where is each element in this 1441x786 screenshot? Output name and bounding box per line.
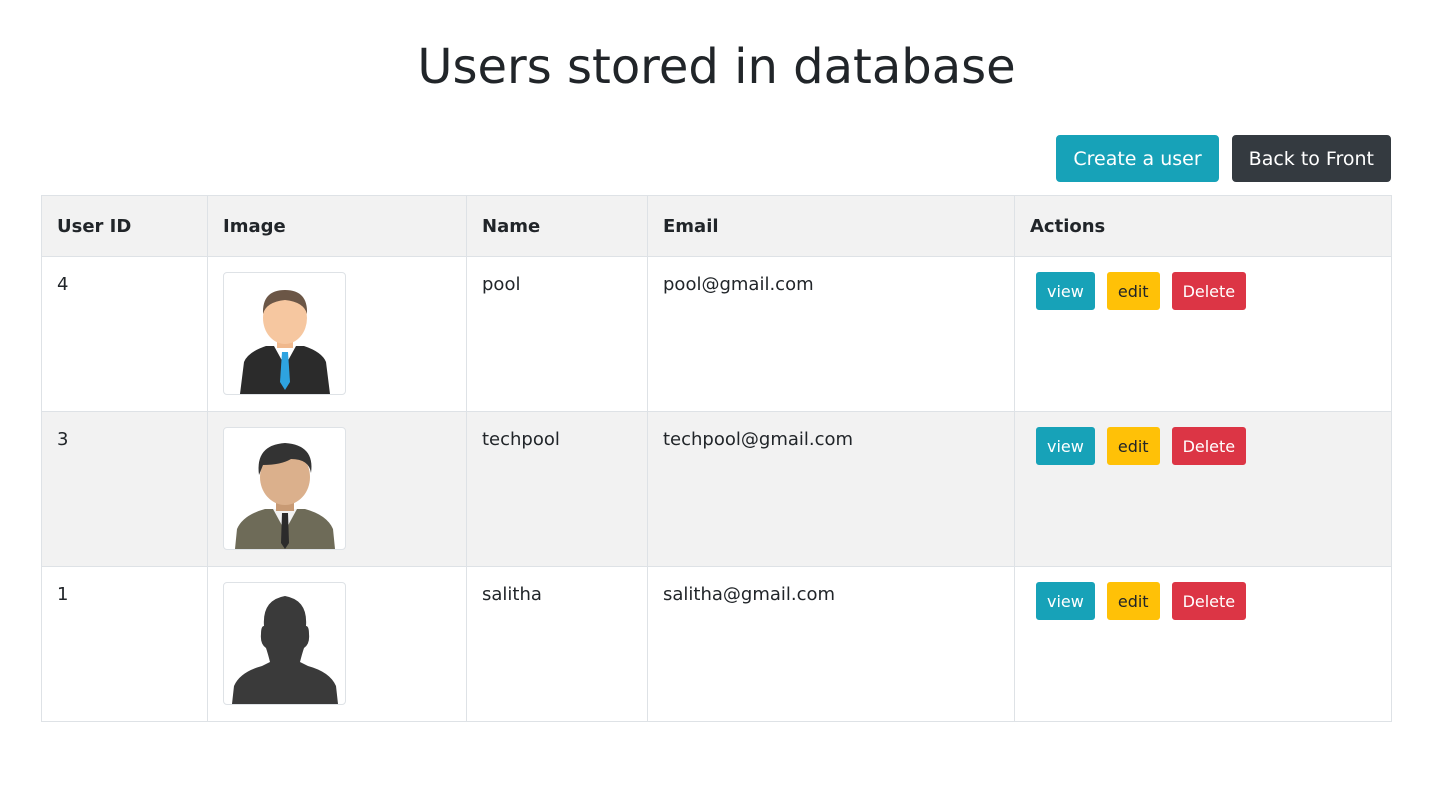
name-cell: pool bbox=[466, 256, 648, 412]
header-email: Email bbox=[647, 195, 1015, 257]
user-id-cell: 4 bbox=[41, 256, 208, 412]
image-cell bbox=[207, 411, 467, 567]
header-actions: Actions bbox=[1014, 195, 1392, 257]
actions-cell: view edit Delete bbox=[1014, 256, 1392, 412]
delete-button[interactable]: Delete bbox=[1171, 427, 1247, 465]
table-row: 3 techpool techpool@gmail.com view edit … bbox=[41, 411, 1392, 567]
toolbar: Create a user Back to Front bbox=[1056, 135, 1391, 182]
name-cell: techpool bbox=[466, 411, 648, 567]
avatar bbox=[223, 582, 346, 705]
delete-button[interactable]: Delete bbox=[1171, 272, 1247, 310]
header-name: Name bbox=[466, 195, 648, 257]
name-cell: salitha bbox=[466, 566, 648, 722]
back-to-front-button[interactable]: Back to Front bbox=[1231, 135, 1391, 182]
row-actions: view edit Delete bbox=[1030, 272, 1376, 310]
delete-button[interactable]: Delete bbox=[1171, 582, 1247, 620]
table-row: 1 salitha salitha@gmail.com view edit De… bbox=[41, 566, 1392, 722]
row-actions: view edit Delete bbox=[1030, 427, 1376, 465]
user-id-cell: 1 bbox=[41, 566, 208, 722]
businessman-grey-suit-avatar-icon bbox=[234, 443, 335, 549]
businessman-blue-tie-avatar-icon bbox=[239, 290, 330, 394]
avatar bbox=[223, 427, 346, 550]
edit-button[interactable]: edit bbox=[1106, 272, 1160, 310]
avatar bbox=[223, 272, 346, 395]
view-button[interactable]: view bbox=[1036, 427, 1095, 465]
users-table: User ID Image Name Email Actions 4 pool … bbox=[41, 195, 1392, 722]
header-user-id: User ID bbox=[41, 195, 208, 257]
edit-button[interactable]: edit bbox=[1106, 427, 1160, 465]
view-button[interactable]: view bbox=[1036, 272, 1095, 310]
silhouette-avatar-icon bbox=[231, 596, 338, 704]
view-button[interactable]: view bbox=[1036, 582, 1095, 620]
email-cell: pool@gmail.com bbox=[647, 256, 1015, 412]
row-actions: view edit Delete bbox=[1030, 582, 1376, 620]
image-cell bbox=[207, 566, 467, 722]
edit-button[interactable]: edit bbox=[1106, 582, 1160, 620]
actions-cell: view edit Delete bbox=[1014, 566, 1392, 722]
table-header-row: User ID Image Name Email Actions bbox=[41, 195, 1392, 257]
create-user-button[interactable]: Create a user bbox=[1056, 135, 1219, 182]
email-cell: techpool@gmail.com bbox=[647, 411, 1015, 567]
image-cell bbox=[207, 256, 467, 412]
table-row: 4 pool pool@gmail.com view edit Delete bbox=[41, 256, 1392, 412]
page-title: Users stored in database bbox=[417, 39, 1016, 95]
actions-cell: view edit Delete bbox=[1014, 411, 1392, 567]
user-id-cell: 3 bbox=[41, 411, 208, 567]
header-image: Image bbox=[207, 195, 467, 257]
email-cell: salitha@gmail.com bbox=[647, 566, 1015, 722]
